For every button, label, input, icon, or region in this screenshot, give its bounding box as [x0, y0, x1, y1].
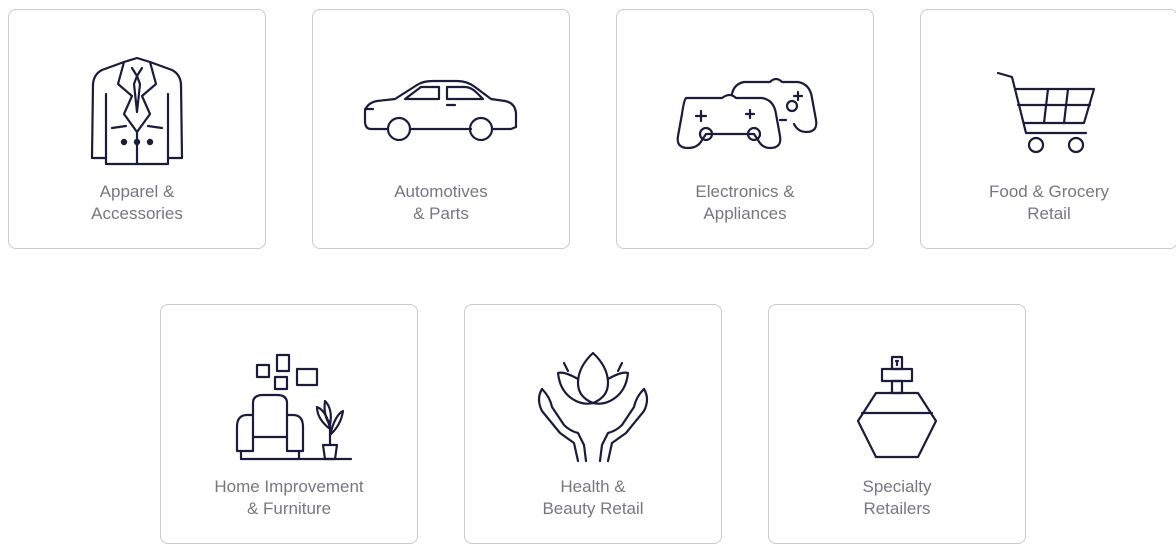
lotus-hands-icon — [465, 349, 721, 465]
game-controllers-icon — [617, 54, 873, 170]
category-card-home-improvement-furniture[interactable]: Home Improvement & Furniture — [160, 304, 418, 544]
category-card-food-grocery[interactable]: Food & Grocery Retail — [920, 9, 1176, 249]
category-card-automotives-parts[interactable]: Automotives & Parts — [312, 9, 570, 249]
category-card-apparel-accessories[interactable]: Apparel & Accessories — [8, 9, 266, 249]
perfume-bottle-icon — [769, 349, 1025, 465]
category-label: Apparel & Accessories — [91, 182, 183, 223]
suit-jacket-icon — [9, 54, 265, 170]
category-label: Home Improvement & Furniture — [214, 477, 364, 518]
category-label: Automotives & Parts — [394, 182, 488, 223]
armchair-plant-icon — [161, 349, 417, 465]
category-label: Food & Grocery Retail — [989, 182, 1109, 223]
category-label: Electronics & Appliances — [695, 182, 795, 223]
category-card-specialty-retailers[interactable]: Specialty Retailers — [768, 304, 1026, 544]
category-card-electronics-appliances[interactable]: Electronics & Appliances — [616, 9, 874, 249]
shopping-cart-icon — [921, 54, 1176, 170]
category-label: Health & Beauty Retail — [542, 477, 644, 518]
car-icon — [313, 54, 569, 170]
category-label: Specialty Retailers — [862, 477, 932, 518]
category-card-health-beauty[interactable]: Health & Beauty Retail — [464, 304, 722, 544]
